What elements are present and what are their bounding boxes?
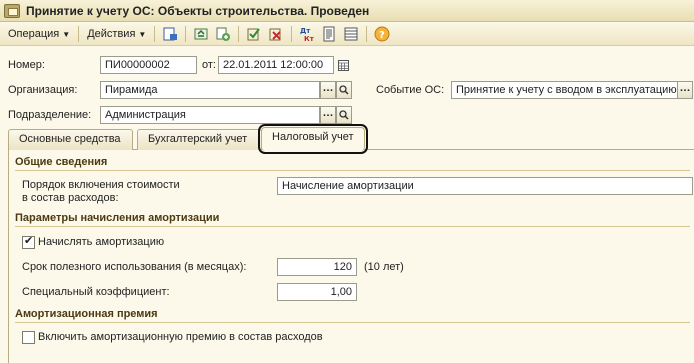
include-bonus-label: Включить амортизационную премию в состав…	[38, 331, 323, 343]
department-select-button[interactable]: …	[320, 106, 336, 124]
post-document-icon	[163, 27, 178, 41]
date-label: от:	[202, 59, 216, 71]
special-coef-label: Специальный коэффициент:	[22, 286, 170, 298]
magnifier-icon	[339, 110, 349, 120]
department-open-button[interactable]	[336, 106, 352, 124]
organization-open-button[interactable]	[336, 81, 352, 99]
copy-icon	[216, 27, 231, 41]
include-bonus-checkbox[interactable]	[22, 331, 35, 344]
toolbar-separator	[366, 26, 368, 42]
svg-text:Дт: Дт	[300, 27, 311, 35]
number-field[interactable]: ПИ00000002	[100, 56, 197, 74]
event-select-button[interactable]: …	[677, 81, 693, 99]
useful-life-label: Срок полезного использования (в месяцах)…	[22, 261, 247, 273]
date-field[interactable]: 22.01.2011 12:00:00	[218, 56, 334, 74]
print-button[interactable]	[320, 25, 338, 43]
title-bar: Принятие к учету ОС: Объекты строительст…	[0, 0, 694, 22]
copy-button[interactable]	[214, 25, 232, 43]
chevron-down-icon: ▼	[62, 29, 71, 39]
event-field[interactable]: Принятие к учету с вводом в эксплуатацию	[451, 81, 681, 99]
refresh-icon	[194, 28, 208, 40]
event-label: Событие ОС:	[376, 84, 445, 96]
document-icon	[4, 3, 20, 18]
post-button[interactable]	[245, 25, 263, 43]
toolbar-separator	[185, 26, 187, 42]
tab-accounting[interactable]: Бухгалтерский учет	[137, 129, 262, 150]
actions-menu-label: Действия	[87, 28, 136, 40]
toolbar: Операция ▼ Действия ▼ Дт Кт ?	[0, 23, 694, 46]
expense-order-field[interactable]: Начисление амортизации	[277, 177, 693, 195]
special-coef-field[interactable]: 1,00	[277, 283, 357, 301]
organization-field[interactable]: Пирамида	[100, 81, 320, 99]
useful-life-years: (10 лет)	[364, 261, 404, 273]
organization-label: Организация:	[8, 84, 78, 96]
department-label: Подразделение:	[8, 109, 92, 121]
dt-kt-icon: ДтКт	[300, 27, 315, 42]
svg-text:?: ?	[379, 30, 385, 41]
section-depreciation: Параметры начисления амортизации	[15, 212, 690, 227]
accrue-depreciation-checkbox[interactable]	[22, 234, 35, 249]
useful-life-field[interactable]: 120	[277, 258, 357, 276]
expense-order-label-line2: в состав расходов:	[22, 192, 119, 204]
help-icon: ?	[374, 26, 390, 42]
magnifier-icon	[339, 85, 349, 95]
actions-menu[interactable]: Действия ▼	[83, 28, 150, 40]
tab-fixed-assets[interactable]: Основные средства	[8, 129, 133, 150]
toolbar-separator	[154, 26, 156, 42]
toolbar-separator	[78, 26, 80, 42]
help-button[interactable]: ?	[373, 25, 391, 43]
section-general: Общие сведения	[15, 156, 690, 171]
department-field[interactable]: Администрация	[100, 106, 320, 124]
expense-order-label-line1: Порядок включения стоимости	[22, 179, 180, 191]
tab-tax-accounting[interactable]: Налоговый учет	[258, 124, 368, 154]
section-bonus: Амортизационная премия	[15, 308, 690, 323]
calendar-button[interactable]	[336, 56, 350, 74]
unpost-button[interactable]	[267, 25, 285, 43]
post-icon	[247, 28, 261, 41]
number-label: Номер:	[8, 59, 45, 71]
toolbar-separator	[291, 26, 293, 42]
unpost-icon	[269, 28, 282, 41]
window-title: Принятие к учету ОС: Объекты строительст…	[26, 3, 370, 18]
organization-select-button[interactable]: …	[320, 81, 336, 99]
print-icon	[323, 26, 335, 42]
post-and-close-button[interactable]	[161, 25, 179, 43]
list-icon	[344, 27, 358, 41]
operation-menu[interactable]: Операция ▼	[4, 28, 74, 40]
chevron-down-icon: ▼	[138, 29, 147, 39]
dt-kt-button[interactable]: Дт Кт	[298, 25, 316, 43]
structure-button[interactable]	[342, 25, 360, 43]
svg-text:Кт: Кт	[304, 35, 315, 42]
operation-menu-label: Операция	[8, 28, 60, 40]
calendar-icon	[337, 59, 349, 71]
accrue-depreciation-label: Начислять амортизацию	[38, 236, 165, 248]
refresh-button[interactable]	[192, 25, 210, 43]
toolbar-separator	[238, 26, 240, 42]
